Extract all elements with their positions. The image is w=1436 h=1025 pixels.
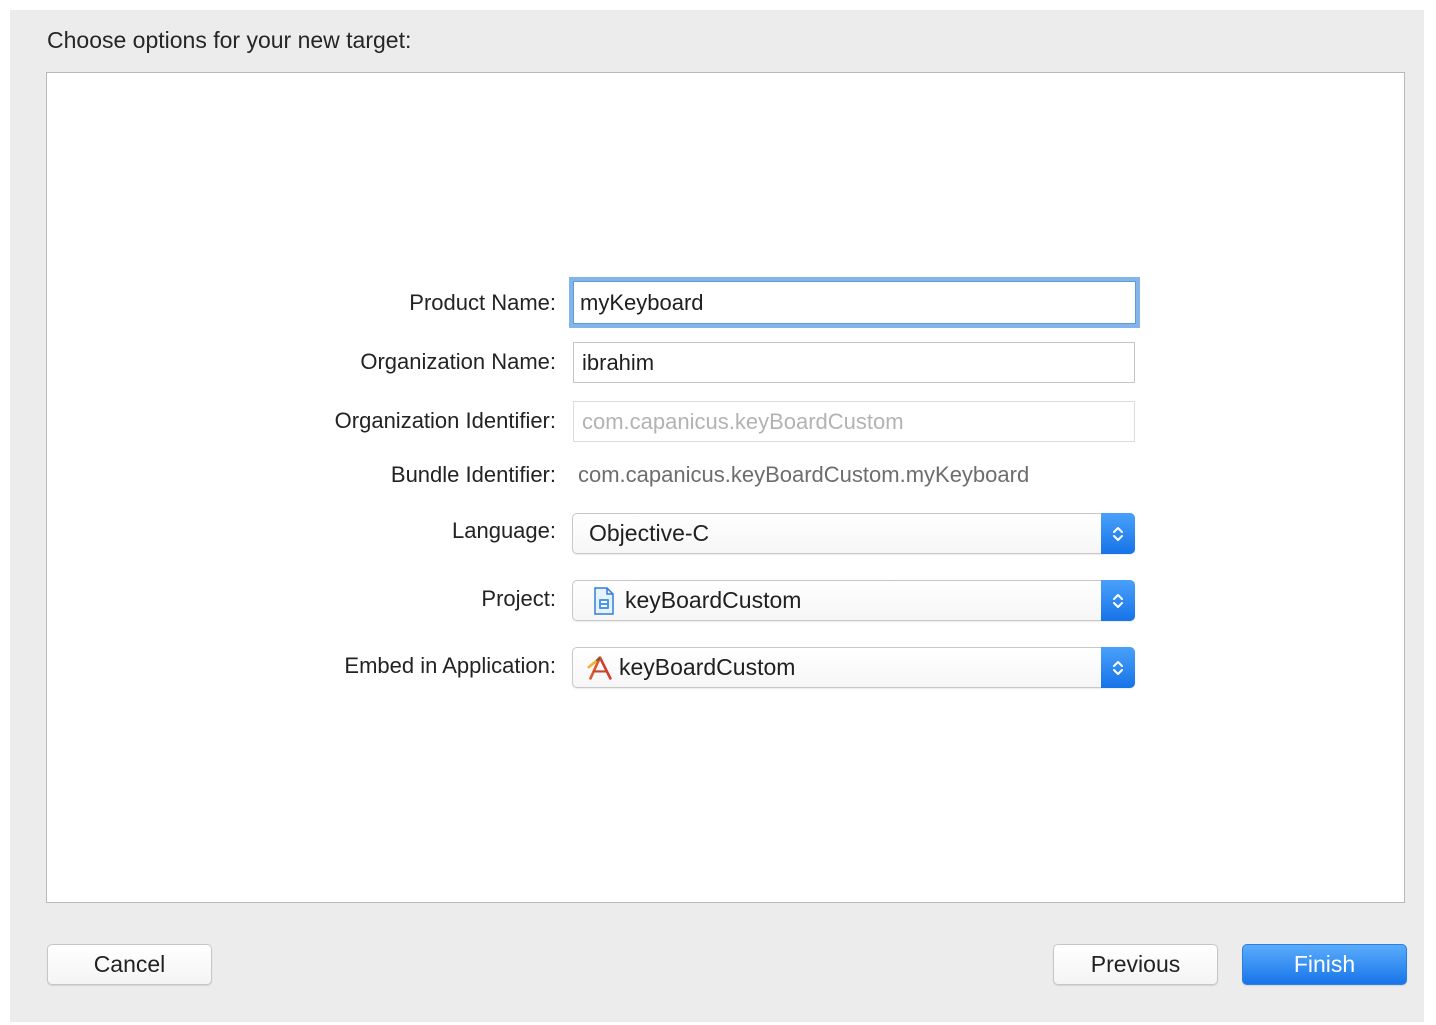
dialog-heading: Choose options for your new target: [47, 27, 412, 53]
cancel-button[interactable]: Cancel [47, 944, 212, 985]
bundle-identifier-label: Bundle Identifier: [390, 462, 556, 487]
project-value: keyBoardCustom [625, 587, 802, 613]
finish-button[interactable]: Finish [1242, 944, 1407, 985]
language-label: Language: [452, 518, 556, 543]
chevron-up-down-icon [1101, 580, 1135, 621]
embed-in-application-popup[interactable]: keyBoardCustom [572, 647, 1135, 688]
xcode-app-icon [587, 653, 613, 683]
language-popup[interactable]: Objective-C [572, 513, 1135, 554]
organization-name-label: Organization Name: [360, 349, 556, 374]
project-file-icon [591, 586, 617, 616]
embed-in-application-label: Embed in Application: [344, 653, 556, 678]
bundle-identifier-value: com.capanicus.keyBoardCustom.myKeyboard [578, 462, 1030, 487]
language-value: Objective-C [589, 520, 710, 546]
organization-identifier-label: Organization Identifier: [334, 408, 556, 433]
previous-button[interactable]: Previous [1053, 944, 1218, 985]
organization-identifier-field[interactable]: com.capanicus.keyBoardCustom [573, 401, 1135, 442]
chevron-up-down-icon [1101, 647, 1135, 688]
project-popup[interactable]: keyBoardCustom [572, 580, 1135, 621]
project-label: Project: [481, 586, 556, 611]
organization-name-field[interactable]: ibrahim [573, 342, 1135, 383]
product-name-field[interactable]: myKeyboard [569, 277, 1140, 328]
embed-in-application-value: keyBoardCustom [619, 654, 796, 680]
product-name-label: Product Name: [409, 290, 556, 315]
chevron-up-down-icon [1101, 513, 1135, 554]
